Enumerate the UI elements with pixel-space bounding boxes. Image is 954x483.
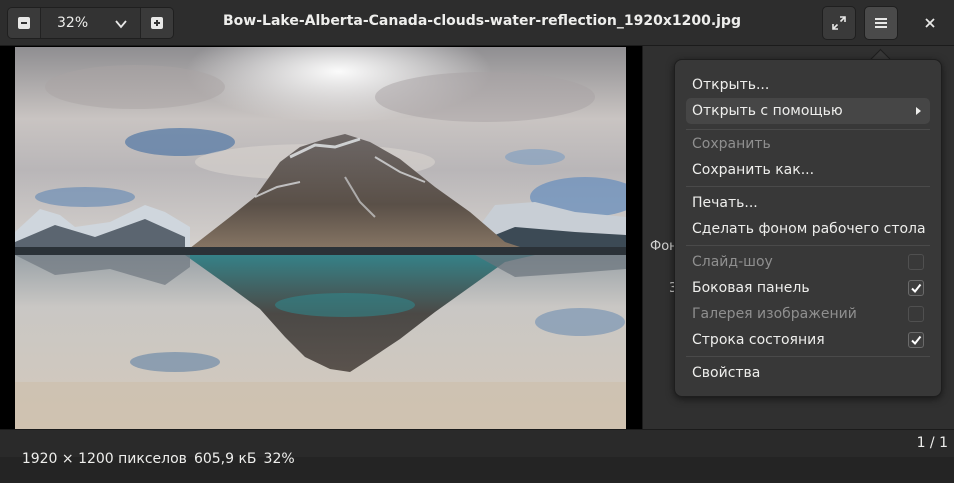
side-panel-checkbox[interactable] (908, 280, 924, 296)
plus-box-icon (151, 17, 163, 29)
menu-item-label: Открыть... (692, 77, 770, 93)
menu-item-label: Открыть с помощью (692, 103, 843, 119)
menu-item-label: Галерея изображений (692, 306, 857, 322)
menu-separator (686, 356, 930, 357)
menu-item-save-as[interactable]: Сохранить как... (686, 157, 930, 183)
image-gallery-checkbox (908, 306, 924, 322)
slideshow-checkbox (908, 254, 924, 270)
checkmark-icon (911, 283, 922, 294)
window-title: Bow-Lake-Alberta-Canada-clouds-water-ref… (223, 13, 741, 29)
menu-item-label: Печать... (692, 195, 758, 211)
menu-item-open-with[interactable]: Открыть с помощью (686, 98, 930, 124)
chevron-down-icon (115, 20, 127, 29)
menu-item-set-wallpaper[interactable]: Сделать фоном рабочего стола (686, 216, 930, 242)
fullscreen-button[interactable] (822, 6, 856, 40)
menu-separator (686, 245, 930, 246)
close-button[interactable] (913, 6, 947, 40)
zoom-control: 32% (7, 7, 174, 39)
menu-separator (686, 186, 930, 187)
zoom-in-button[interactable] (140, 8, 173, 38)
image-file-size: 605,9 кБ (193, 451, 257, 467)
menu-item-label: Сохранить (692, 136, 771, 152)
menu-item-statusbar[interactable]: Строка состояния (686, 327, 930, 353)
menu-item-label: Сохранить как... (692, 162, 815, 178)
status-zoom: 32% (263, 451, 295, 467)
image-dimensions: 1920 × 1200 пикселов (21, 451, 187, 467)
main-menu-popover: Открыть... Открыть с помощью Сохранить С… (674, 59, 942, 397)
menu-item-side-panel[interactable]: Боковая панель (686, 275, 930, 301)
menu-item-label: Свойства (692, 365, 761, 381)
menu-item-print[interactable]: Печать... (686, 190, 930, 216)
menu-item-label: Боковая панель (692, 280, 810, 296)
main-menu-button[interactable] (864, 6, 898, 40)
statusbar-checkbox[interactable] (908, 332, 924, 348)
landscape-photo (15, 47, 626, 429)
menu-item-save: Сохранить (686, 131, 930, 157)
menu-item-open[interactable]: Открыть... (686, 72, 930, 98)
menu-item-properties[interactable]: Свойства (686, 360, 930, 386)
arrow-right-icon (916, 107, 921, 115)
menu-item-label: Слайд-шоу (692, 254, 773, 270)
menu-item-label: Строка состояния (692, 332, 825, 348)
zoom-level-dropdown[interactable]: 32% (41, 8, 140, 38)
close-icon (925, 18, 935, 28)
fullscreen-icon (832, 16, 846, 30)
checkmark-icon (911, 335, 922, 346)
menu-item-image-gallery: Галерея изображений (686, 301, 930, 327)
menu-item-label: Сделать фоном рабочего стола (692, 221, 926, 237)
header-bar: 32% Bow-Lake-Alberta-Canada-clouds-water… (0, 0, 954, 46)
zoom-level-value: 32% (57, 15, 89, 31)
image-position: 1 / 1 (916, 435, 948, 451)
hamburger-menu-icon (875, 18, 887, 28)
menu-separator (686, 129, 930, 130)
minus-box-icon (18, 17, 30, 29)
menu-item-slideshow: Слайд-шоу (686, 249, 930, 275)
zoom-out-button[interactable] (8, 8, 41, 38)
status-bar: 1920 × 1200 пикселов 605,9 кБ 32% 1 / 1 (0, 429, 954, 467)
image-canvas[interactable] (15, 47, 626, 429)
